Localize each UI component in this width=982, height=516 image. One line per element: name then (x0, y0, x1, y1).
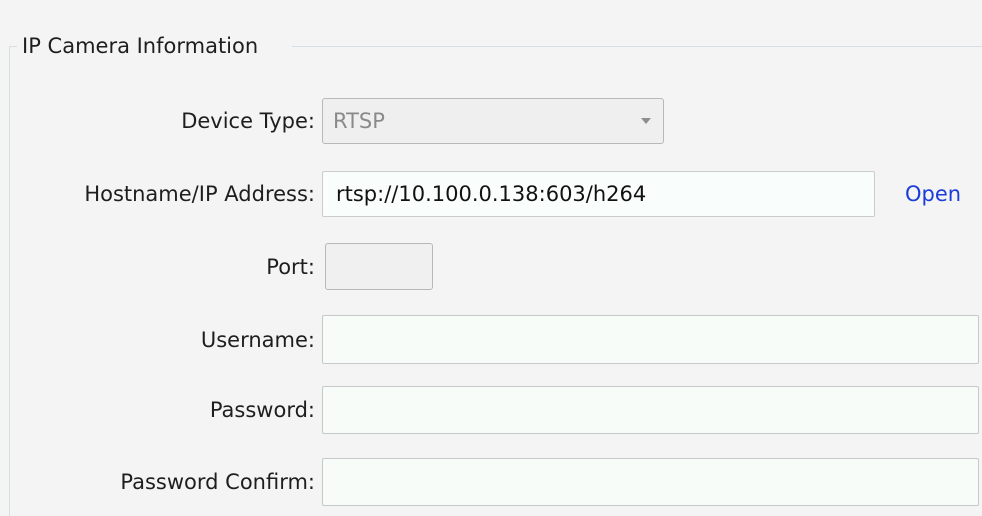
hostname-input[interactable]: rtsp://10.100.0.138:603/h264 (322, 171, 875, 217)
group-box-border-left-top (9, 46, 17, 47)
group-box-title: IP Camera Information (22, 34, 259, 58)
device-type-select[interactable]: RTSP (322, 98, 664, 144)
port-input[interactable] (325, 243, 433, 290)
device-type-label: Device Type: (181, 109, 315, 133)
open-link[interactable]: Open (905, 181, 961, 207)
username-input[interactable] (322, 315, 979, 364)
password-confirm-label: Password Confirm: (120, 470, 315, 494)
ip-camera-information-panel: IP Camera Information Device Type: RTSP … (0, 0, 982, 516)
port-label: Port: (266, 255, 315, 279)
password-input[interactable] (322, 386, 979, 434)
device-type-selected-value: RTSP (333, 109, 385, 133)
hostname-label: Hostname/IP Address: (84, 182, 315, 206)
password-label: Password: (209, 398, 315, 422)
username-label: Username: (200, 328, 315, 352)
group-box-border-left (9, 46, 10, 516)
group-box-border-top (292, 46, 982, 47)
password-confirm-input[interactable] (322, 458, 979, 506)
chevron-down-icon[interactable] (629, 99, 663, 143)
